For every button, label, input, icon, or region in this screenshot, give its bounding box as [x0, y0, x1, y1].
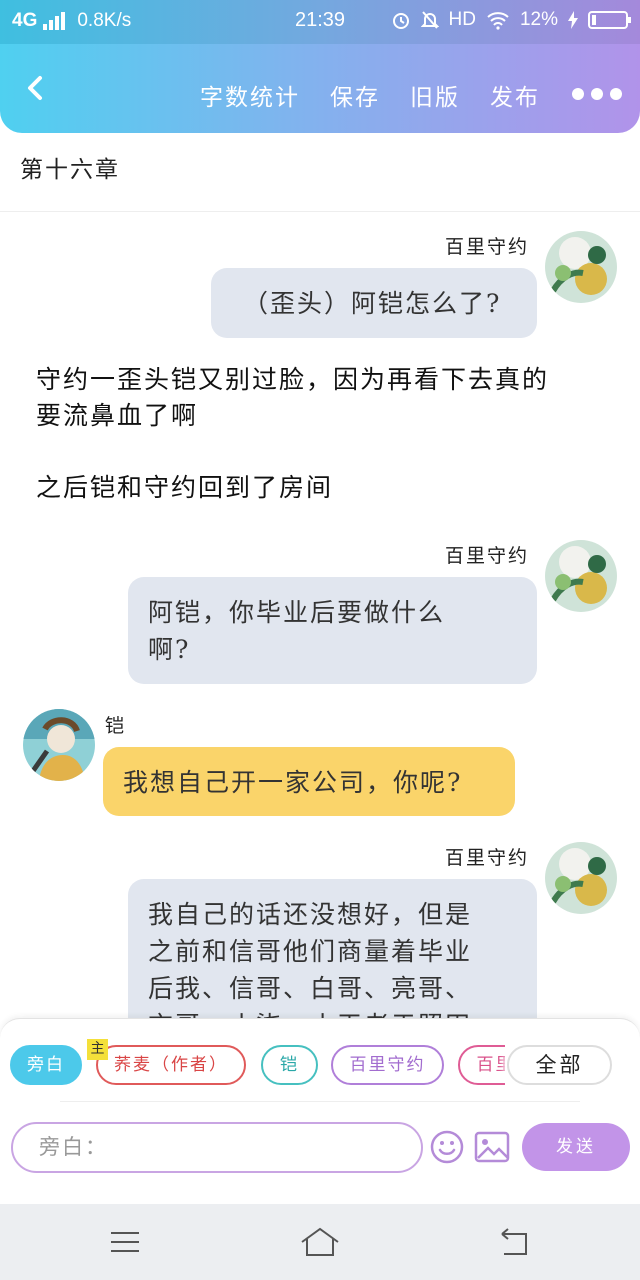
old-version-button[interactable]: 旧版	[410, 78, 460, 112]
narration-block[interactable]: 守约一歪头铠又别过脸，因为再看下去真的 要流鼻血了啊	[36, 362, 606, 434]
message-text: 之前和信哥他们商量着毕业	[148, 937, 473, 966]
message-text: （歪头）阿铠怎么了?	[243, 289, 502, 318]
sender-name: 百里守约	[445, 545, 530, 567]
divider	[60, 1101, 580, 1102]
alarm-icon	[392, 13, 409, 29]
hd-label: HD	[448, 9, 476, 30]
message-input[interactable]: 旁白：	[11, 1122, 423, 1173]
message-text: 后我、信哥、白哥、亮哥、	[148, 974, 473, 1003]
status-bar: 4G 0.8K/s 21:39 HD 12%	[0, 0, 640, 44]
message-text: 我想自己开一家公司，你呢?	[123, 768, 463, 797]
wifi-icon	[487, 12, 509, 30]
message-bubble[interactable]: （歪头）阿铠怎么了?	[211, 268, 537, 338]
author-badge: 主	[87, 1039, 108, 1060]
toolbar-actions: 字数统计 保存 旧版 发布	[200, 78, 540, 112]
publish-button[interactable]: 发布	[490, 78, 540, 112]
message-text: 我自己的话还没想好，但是	[148, 900, 473, 929]
chip-narrator[interactable]: 旁白	[10, 1045, 82, 1085]
message-bubble[interactable]: 我自己的话还没想好，但是 之前和信哥他们商量着毕业 后我、信哥、白哥、亮哥、 玄…	[128, 879, 537, 1018]
charging-icon	[568, 11, 578, 29]
message-feed[interactable]: 百里守约 （歪头）阿铠怎么了? 守约一歪头铠又别过脸，因为再看下去真的 要流鼻血…	[0, 212, 640, 1018]
avatar[interactable]	[545, 231, 617, 303]
battery-percent: 12%	[519, 9, 558, 30]
app-bar: 字数统计 保存 旧版 发布	[0, 44, 640, 133]
sender-name: 百里守约	[445, 236, 530, 258]
chip-author[interactable]: 荞麦（作者）	[96, 1045, 246, 1085]
chip-kai[interactable]: 铠	[261, 1045, 318, 1085]
message-text: 玄哥、小柒、小王老于照田	[148, 1007, 517, 1018]
message-text: 啊?	[148, 635, 191, 664]
battery-fill	[592, 15, 596, 25]
battery-icon	[588, 11, 631, 29]
narration-line: 守约一歪头铠又别过脸，因为再看下去真的	[36, 365, 550, 394]
chip-shouyue-2[interactable]: 百里守约	[458, 1045, 505, 1085]
avatar[interactable]	[545, 540, 617, 612]
narration-line: 之后铠和守约回到了房间	[36, 473, 334, 502]
message-bubble[interactable]: 我想自己开一家公司，你呢?	[103, 747, 515, 816]
chapter-title[interactable]: 第十六章	[20, 150, 120, 184]
home-icon[interactable]	[299, 1226, 341, 1258]
image-icon[interactable]	[474, 1131, 510, 1163]
more-dots-icon[interactable]	[572, 88, 622, 100]
all-roles-button[interactable]: 全部	[507, 1045, 612, 1085]
message-text: 阿铠，你毕业后要做什么	[148, 598, 446, 627]
back-chevron-icon[interactable]	[20, 68, 52, 108]
role-chips[interactable]: 旁白 荞麦（作者） 铠 百里守约 百里守约	[10, 1045, 505, 1089]
narration-line: 要流鼻血了啊	[36, 401, 199, 430]
avatar[interactable]	[23, 709, 95, 781]
send-button[interactable]: 发送	[522, 1123, 630, 1171]
sender-name: 铠	[105, 715, 127, 737]
menu-icon[interactable]	[110, 1230, 140, 1254]
sender-name: 百里守约	[445, 847, 530, 869]
input-panel: 旁白 荞麦（作者） 铠 百里守约 百里守约 主 全部 旁白： 发送	[0, 1018, 640, 1204]
save-button[interactable]: 保存	[330, 78, 380, 112]
emoji-icon[interactable]	[429, 1129, 465, 1165]
mute-bell-icon	[420, 11, 439, 29]
avatar[interactable]	[545, 842, 617, 914]
message-bubble[interactable]: 阿铠，你毕业后要做什么 啊?	[128, 577, 537, 684]
chip-shouyue[interactable]: 百里守约	[331, 1045, 444, 1085]
system-nav-bar	[0, 1204, 640, 1280]
status-right: HD 12%	[391, 9, 631, 31]
narration-block[interactable]: 之后铠和守约回到了房间	[36, 470, 606, 506]
back-icon[interactable]	[498, 1228, 530, 1256]
word-count-button[interactable]: 字数统计	[200, 78, 300, 112]
